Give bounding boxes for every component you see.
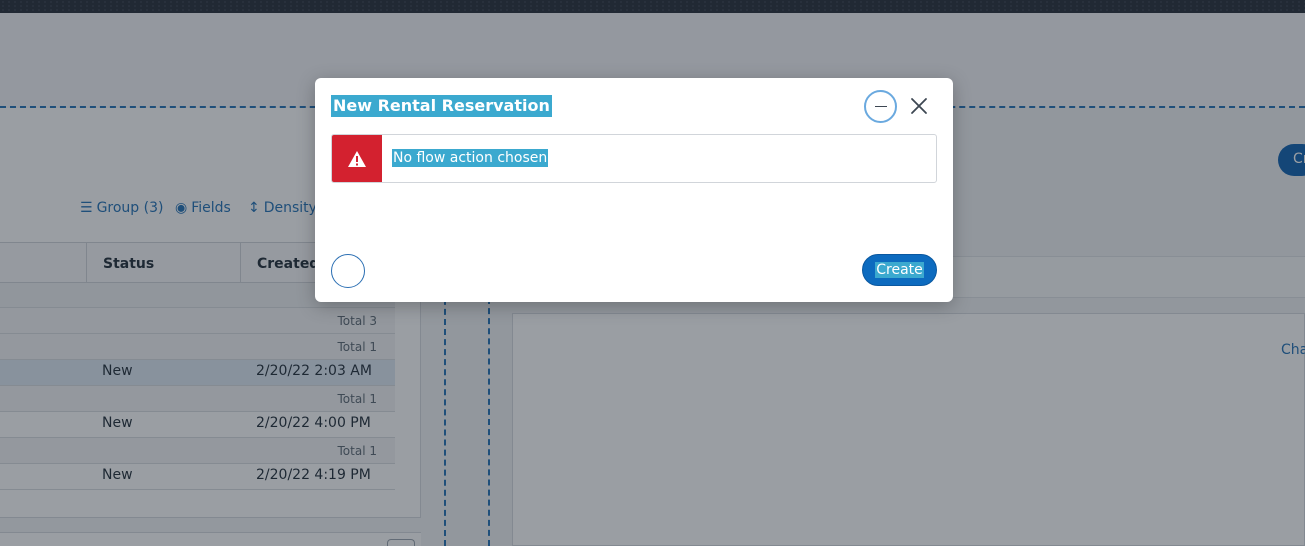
minimize-button[interactable]	[864, 90, 897, 123]
close-icon	[911, 98, 927, 114]
warning-icon	[348, 150, 366, 167]
error-alert: No flow action chosen	[331, 134, 937, 183]
close-button[interactable]	[907, 94, 931, 118]
alert-icon-box	[332, 135, 382, 182]
new-rental-reservation-dialog: New Rental Reservation No flow action ch…	[315, 78, 953, 302]
alert-message: No flow action chosen	[392, 149, 549, 167]
create-label: Create	[875, 262, 924, 278]
create-button[interactable]: Create	[862, 254, 937, 286]
loading-indicator	[331, 254, 365, 288]
dialog-title: New Rental Reservation	[331, 95, 552, 117]
minimize-icon	[874, 105, 887, 108]
